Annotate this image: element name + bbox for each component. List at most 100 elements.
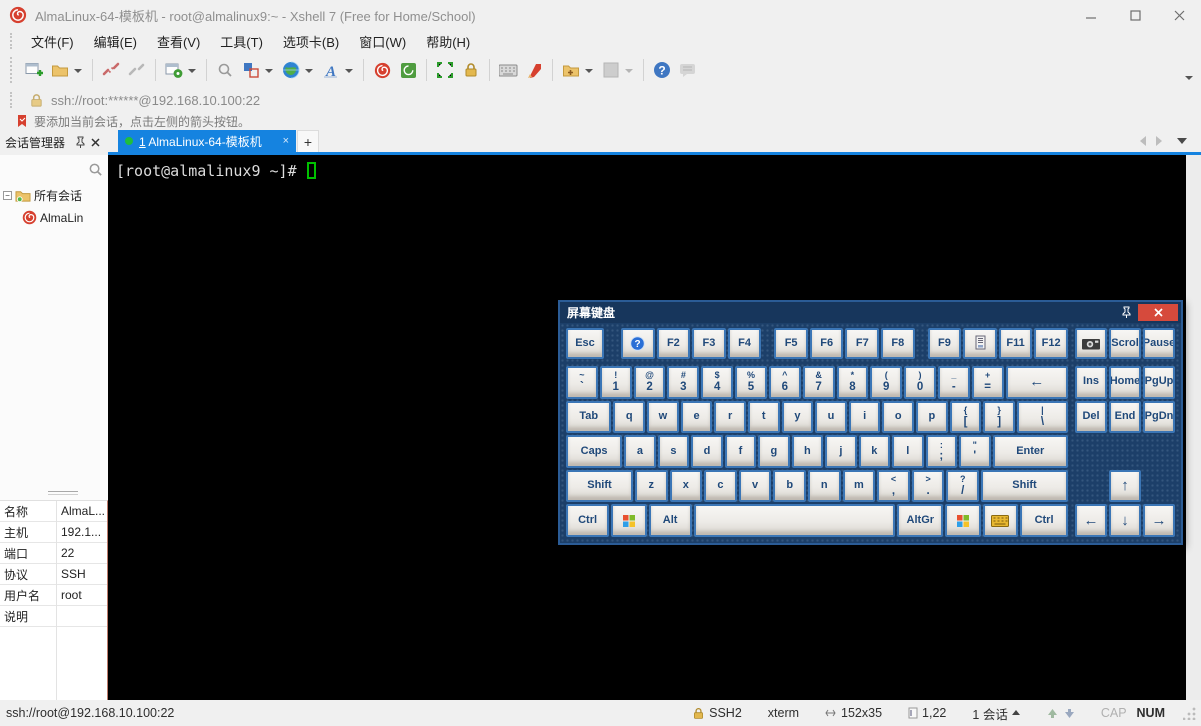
osk-key-f3[interactable]: F3 xyxy=(692,328,726,359)
web-browser-button[interactable] xyxy=(278,57,304,83)
scroll-up-button[interactable] xyxy=(1047,708,1058,719)
osk-key-g[interactable]: g xyxy=(758,435,789,468)
pin-icon[interactable] xyxy=(73,135,88,150)
font-button[interactable]: A xyxy=(318,57,344,83)
toolbar-drag-handle[interactable] xyxy=(10,57,15,82)
osk-key-shift-right[interactable]: Shift xyxy=(981,470,1068,503)
close-panel-icon[interactable] xyxy=(88,135,103,150)
menu-file[interactable]: 文件(F) xyxy=(21,30,84,52)
osk-key-f[interactable]: f xyxy=(725,435,756,468)
osk-key-backspace[interactable]: ← xyxy=(1006,366,1068,399)
session-properties-button[interactable] xyxy=(161,57,187,83)
osk-key-win-left-icon[interactable] xyxy=(611,504,646,537)
fullscreen-button[interactable] xyxy=(432,57,458,83)
reconnect-button[interactable] xyxy=(124,57,150,83)
search-icon[interactable] xyxy=(88,162,103,180)
osk-key-scroll-lock[interactable]: Scrol xyxy=(1109,328,1141,359)
osk-key-9[interactable]: (9 xyxy=(870,366,902,399)
osk-key-v[interactable]: v xyxy=(739,470,772,503)
menu-window[interactable]: 窗口(W) xyxy=(349,30,416,52)
close-button[interactable] xyxy=(1157,0,1201,30)
osk-key-minus[interactable]: _- xyxy=(938,366,970,399)
osk-key-space[interactable] xyxy=(694,504,895,537)
osk-key-f12[interactable]: F12 xyxy=(1034,328,1068,359)
osk-key-2[interactable]: @2 xyxy=(634,366,666,399)
osk-key-win-right-icon[interactable] xyxy=(945,504,980,537)
compose-pen-button[interactable] xyxy=(521,57,547,83)
osk-key-end[interactable]: End xyxy=(1109,401,1141,434)
osk-key-bracket-close[interactable]: }] xyxy=(983,401,1015,434)
tree-item-session[interactable]: AlmaLin xyxy=(0,210,108,225)
osk-key-c[interactable]: c xyxy=(704,470,737,503)
menu-edit[interactable]: 编辑(E) xyxy=(84,30,147,52)
new-file-button[interactable] xyxy=(558,57,584,83)
tab-almalinux[interactable]: 1 AlmaLinux-64-模板机 × xyxy=(118,130,296,152)
osk-key-ctrl[interactable]: Ctrl xyxy=(566,504,609,537)
osk-key-pgdn[interactable]: PgDn xyxy=(1143,401,1175,434)
osk-key-bracket-open[interactable]: {[ xyxy=(950,401,982,434)
panel-splitter[interactable] xyxy=(0,486,108,500)
osk-key-d[interactable]: d xyxy=(691,435,722,468)
web-browser-dropdown[interactable] xyxy=(305,69,313,77)
minimize-button[interactable] xyxy=(1069,0,1113,30)
osk-key-m[interactable]: m xyxy=(843,470,876,503)
osk-key-3[interactable]: #3 xyxy=(667,366,699,399)
osk-key-tab[interactable]: Tab xyxy=(566,401,611,434)
osk-key-j[interactable]: j xyxy=(825,435,856,468)
feedback-button[interactable] xyxy=(675,57,701,83)
session-properties-dropdown[interactable] xyxy=(188,69,196,77)
osk-key-k[interactable]: k xyxy=(859,435,890,468)
osk-key-f7[interactable]: F7 xyxy=(845,328,879,359)
disconnect-button[interactable] xyxy=(98,57,124,83)
osk-key-u[interactable]: u xyxy=(815,401,847,434)
osk-key-y[interactable]: y xyxy=(782,401,814,434)
xftp-app-button[interactable] xyxy=(395,57,421,83)
osk-key-f2[interactable]: F2 xyxy=(657,328,691,359)
osk-key-f1-icon[interactable]: ? xyxy=(621,328,655,359)
tab-close-icon[interactable]: × xyxy=(283,135,289,147)
osk-key-semicolon[interactable]: :; xyxy=(926,435,957,468)
osk-key-q[interactable]: q xyxy=(613,401,645,434)
osk-key-comma[interactable]: <, xyxy=(877,470,910,503)
osk-key-equals[interactable]: += xyxy=(972,366,1004,399)
osk-key-b[interactable]: b xyxy=(773,470,806,503)
osk-key-ins[interactable]: Ins xyxy=(1075,366,1107,399)
osk-key-t[interactable]: t xyxy=(748,401,780,434)
collapse-icon[interactable]: − xyxy=(3,191,12,200)
osk-key-arrow-up[interactable]: ↑ xyxy=(1109,470,1141,503)
menu-view[interactable]: 查看(V) xyxy=(147,30,210,52)
osk-key-n[interactable]: n xyxy=(808,470,841,503)
font-dropdown[interactable] xyxy=(345,69,353,77)
osk-key-print-screen-icon[interactable] xyxy=(1075,328,1107,359)
keyboard-pin-icon[interactable] xyxy=(1118,305,1134,321)
osk-key-p[interactable]: p xyxy=(916,401,948,434)
osk-key-f5[interactable]: F5 xyxy=(774,328,808,359)
new-file-dropdown[interactable] xyxy=(585,69,593,77)
keyboard-close-button[interactable] xyxy=(1138,304,1178,321)
addressbar-drag-handle[interactable] xyxy=(10,92,15,109)
tab-scroll-right-icon[interactable] xyxy=(1156,136,1167,146)
scroll-down-button[interactable] xyxy=(1064,708,1075,719)
keyboard-title-bar[interactable]: 屏幕键盘 xyxy=(560,302,1181,323)
tile-layout-dropdown[interactable] xyxy=(265,69,273,77)
osk-key-1[interactable]: !1 xyxy=(600,366,632,399)
new-tab-button[interactable]: + xyxy=(297,130,319,152)
osk-key-context-menu-icon[interactable] xyxy=(983,504,1018,537)
osk-key-4[interactable]: $4 xyxy=(701,366,733,399)
osk-key-e[interactable]: e xyxy=(681,401,713,434)
open-session-dropdown[interactable] xyxy=(74,69,82,77)
help-button[interactable]: ? xyxy=(649,57,675,83)
osk-key-6[interactable]: ^6 xyxy=(769,366,801,399)
osk-key-quote[interactable]: "' xyxy=(959,435,990,468)
transfer-dropdown[interactable] xyxy=(625,69,633,77)
osk-key-shift[interactable]: Shift xyxy=(566,470,633,503)
menubar-drag-handle[interactable] xyxy=(10,33,15,48)
osk-key-o[interactable]: o xyxy=(882,401,914,434)
menu-help[interactable]: 帮助(H) xyxy=(416,30,480,52)
osk-key-period[interactable]: >. xyxy=(912,470,945,503)
osk-key-home[interactable]: Home xyxy=(1109,366,1141,399)
osk-key-f8[interactable]: F8 xyxy=(881,328,915,359)
osk-key-5[interactable]: %5 xyxy=(735,366,767,399)
open-session-button[interactable] xyxy=(47,57,73,83)
osk-key-backslash[interactable]: |\ xyxy=(1017,401,1068,434)
